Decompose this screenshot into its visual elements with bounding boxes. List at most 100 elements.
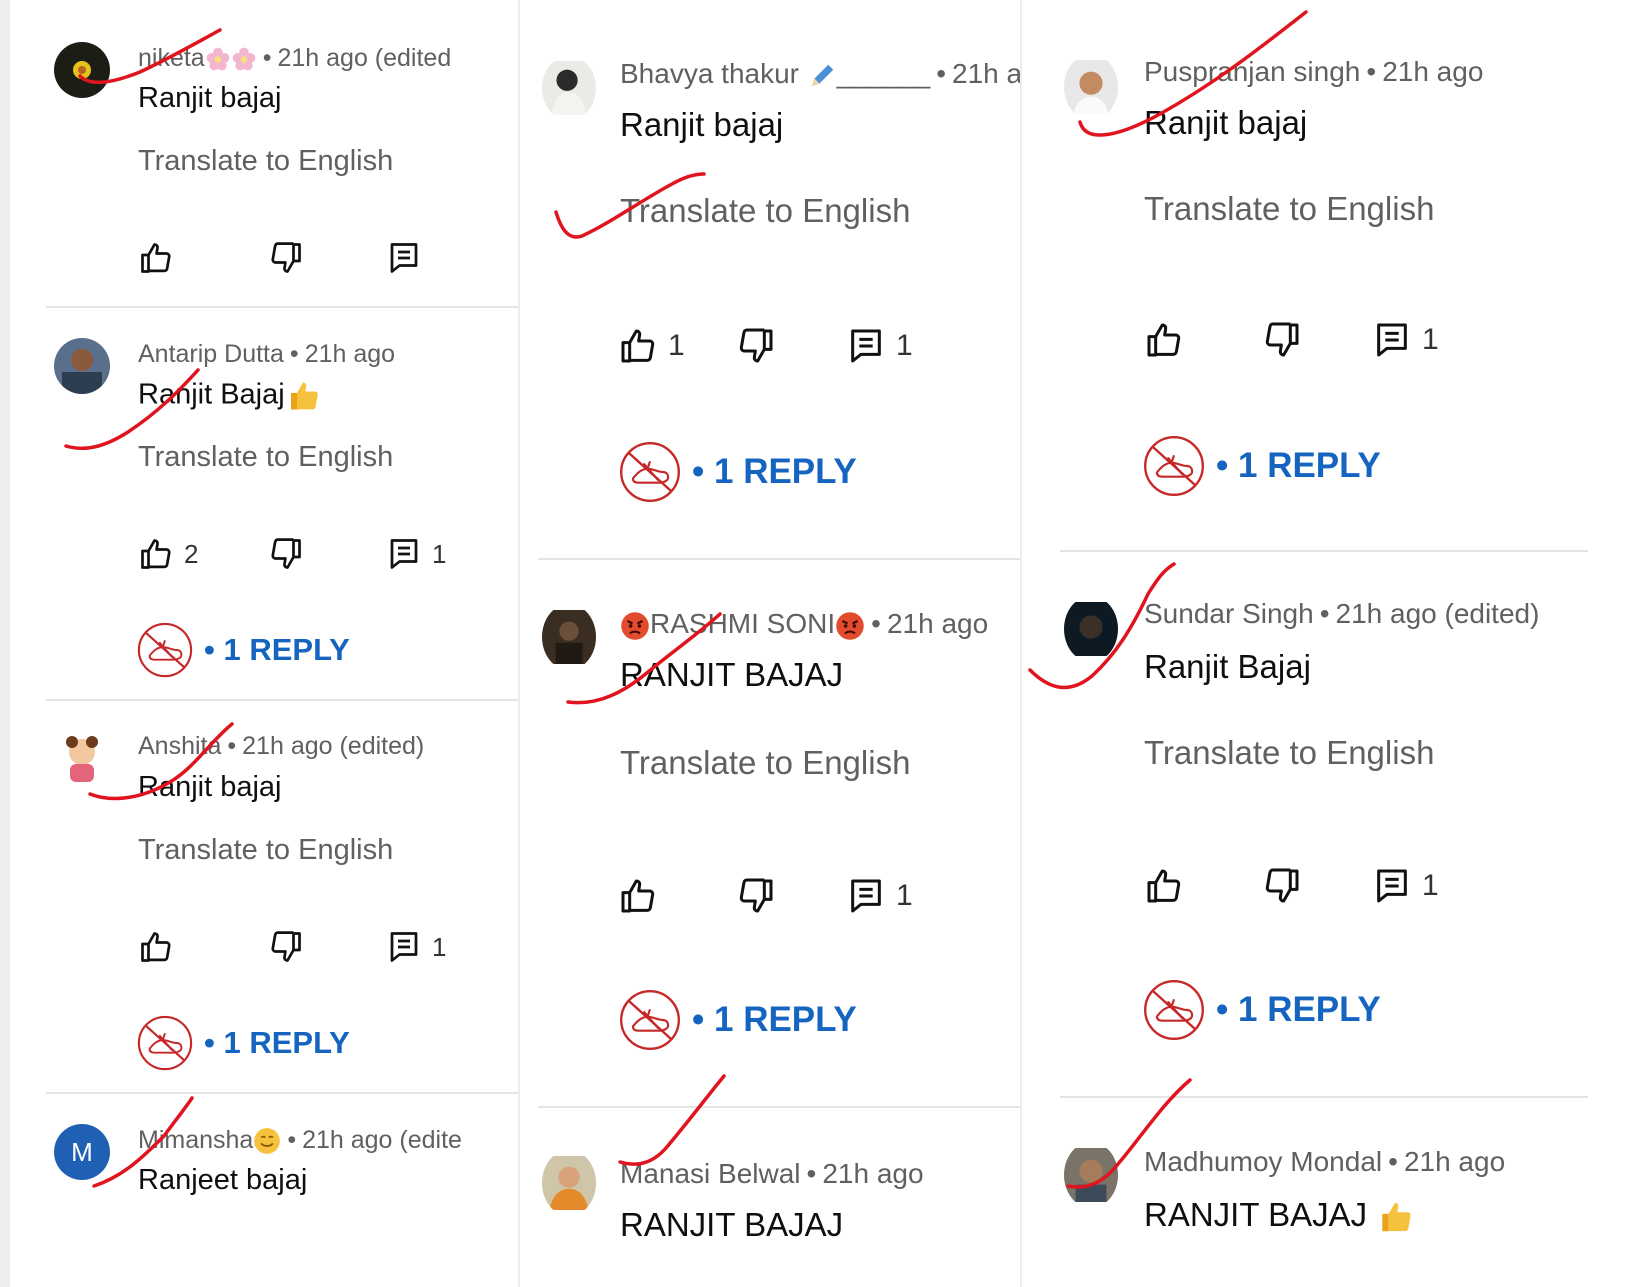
translate-link[interactable]: Translate to English xyxy=(1144,190,1434,228)
comment-timestamp: 21h ago (edited) xyxy=(242,732,425,760)
author-name[interactable]: Manasi Belwal xyxy=(620,1158,801,1189)
avatar[interactable] xyxy=(1064,54,1118,120)
divider xyxy=(1060,550,1588,552)
dislike-icon xyxy=(268,536,304,572)
avatar[interactable]: M xyxy=(54,1124,110,1180)
meta-separator: • xyxy=(227,732,237,760)
like-button[interactable] xyxy=(138,929,174,965)
reply-button[interactable]: 1 xyxy=(1372,866,1439,906)
translate-link[interactable]: Translate to English xyxy=(620,192,910,230)
view-replies-button[interactable]: • 1 REPLY xyxy=(618,988,857,1052)
translate-link[interactable]: Translate to English xyxy=(620,744,910,782)
like-button[interactable] xyxy=(1144,866,1184,906)
reply-button[interactable]: 1 xyxy=(1372,320,1439,360)
dislike-icon xyxy=(1262,866,1302,906)
reply-icon xyxy=(386,240,422,276)
comments-panel-left: niketa • 21h ago (edited Ranjit bajaj Tran… xyxy=(10,0,518,1287)
comment-body: RANJIT BAJAJ xyxy=(1144,1196,1368,1233)
comment-timestamp: 21h ago xyxy=(822,1158,924,1189)
avatar[interactable] xyxy=(54,730,110,786)
view-replies-button[interactable]: • 1 REPLY xyxy=(136,1014,350,1072)
author-name[interactable]: Madhumoy Mondal xyxy=(1144,1146,1382,1177)
comment-timestamp: 21h ago xyxy=(1403,1146,1506,1177)
author-name[interactable]: Bhavya thakur xyxy=(620,58,799,89)
reply-icon xyxy=(846,876,886,916)
dislike-icon xyxy=(736,876,776,916)
reply-link-label: 1 REPLY xyxy=(223,1025,350,1060)
dislike-button[interactable] xyxy=(1262,320,1302,360)
reply-link-label: 1 REPLY xyxy=(223,632,350,667)
reply-separator: • xyxy=(692,452,705,491)
angry-emoji xyxy=(835,611,865,641)
comment-timestamp: 21h ago xyxy=(304,340,396,368)
view-replies-button[interactable]: • 1 REPLY xyxy=(136,621,350,679)
view-replies-button[interactable]: • 1 REPLY xyxy=(1142,434,1381,498)
reply-separator: • xyxy=(692,1000,705,1039)
avatar[interactable] xyxy=(1064,1142,1118,1208)
reply-button[interactable]: 1 xyxy=(846,326,913,366)
dislike-button[interactable] xyxy=(736,326,776,366)
author-name[interactable]: Anshita xyxy=(138,732,221,760)
view-replies-button[interactable]: • 1 REPLY xyxy=(1142,978,1381,1042)
comments-panel-middle: Bhavya thakur ______•21h ag Ranjit bajaj… xyxy=(520,0,1020,1287)
comment-timestamp: 21h ag xyxy=(952,58,1020,89)
translate-link[interactable]: Translate to English xyxy=(138,441,393,474)
comment-timestamp: 21h ago (edite xyxy=(302,1126,462,1154)
dislike-icon xyxy=(1262,320,1302,360)
author-name[interactable]: niketa xyxy=(138,44,205,72)
like-icon xyxy=(138,536,174,572)
meta-separator: • xyxy=(806,1158,817,1189)
like-button[interactable] xyxy=(618,876,658,916)
reply-button[interactable] xyxy=(386,240,422,276)
avatar[interactable] xyxy=(542,604,596,670)
like-count: 2 xyxy=(184,538,199,569)
like-icon xyxy=(138,240,174,276)
avatar[interactable] xyxy=(54,42,110,98)
reply-button[interactable]: 1 xyxy=(846,876,913,916)
dislike-button[interactable] xyxy=(268,536,304,572)
author-name[interactable]: RASHMI SONI xyxy=(650,608,835,639)
author-name[interactable]: Mimansha xyxy=(138,1126,253,1154)
dislike-button[interactable] xyxy=(1262,866,1302,906)
comment-timestamp: 21h ago (edited) xyxy=(1335,598,1540,629)
comment-body: RANJIT BAJAJ xyxy=(620,656,844,693)
author-name[interactable]: Puspranjan singh xyxy=(1144,56,1360,87)
like-button[interactable]: 1 xyxy=(618,326,685,366)
like-icon xyxy=(618,326,658,366)
avatar[interactable] xyxy=(1064,596,1118,662)
meta-separator: • xyxy=(1388,1146,1398,1177)
thumbs-up-emoji xyxy=(1376,1198,1414,1236)
avatar[interactable] xyxy=(542,56,596,120)
creator-heart-icon xyxy=(136,621,194,679)
avatar[interactable] xyxy=(542,1150,596,1216)
reply-icon xyxy=(386,536,422,572)
dislike-button[interactable] xyxy=(736,876,776,916)
view-replies-button[interactable]: • 1 REPLY xyxy=(618,440,857,504)
reply-separator: • xyxy=(1216,990,1229,1029)
dislike-button[interactable] xyxy=(268,240,304,276)
like-button[interactable] xyxy=(138,240,174,276)
avatar[interactable] xyxy=(54,338,110,394)
like-button[interactable]: 2 xyxy=(138,536,198,572)
reply-button[interactable]: 1 xyxy=(386,536,446,572)
like-button[interactable] xyxy=(1144,320,1184,360)
reply-count: 1 xyxy=(1422,869,1439,902)
meta-separator: • xyxy=(1319,598,1330,629)
translate-link[interactable]: Translate to English xyxy=(1144,734,1434,772)
comment-body: Ranjit bajaj xyxy=(138,82,282,114)
comment-timestamp: 21h ago xyxy=(1382,56,1484,87)
angry-emoji xyxy=(620,611,650,641)
dislike-button[interactable] xyxy=(268,929,304,965)
author-name[interactable]: Antarip Dutta xyxy=(138,340,284,368)
reply-button[interactable]: 1 xyxy=(386,929,446,965)
pencil-emoji xyxy=(807,61,837,91)
reply-link-label: 1 REPLY xyxy=(714,452,857,491)
meta-separator: • xyxy=(871,608,881,639)
thumbs-up-emoji xyxy=(285,378,321,414)
translate-link[interactable]: Translate to English xyxy=(138,834,393,867)
reply-icon xyxy=(1372,866,1412,906)
author-name[interactable]: Sundar Singh xyxy=(1144,598,1314,629)
reply-count: 1 xyxy=(432,931,447,962)
smile-emoji xyxy=(253,1127,281,1155)
translate-link[interactable]: Translate to English xyxy=(138,145,393,178)
